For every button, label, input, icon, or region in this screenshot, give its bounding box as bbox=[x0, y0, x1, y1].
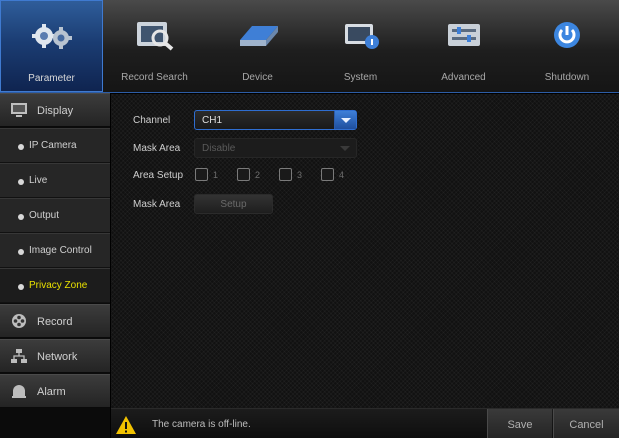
channel-label: Channel bbox=[133, 115, 171, 126]
sidebar-item-label: Display bbox=[37, 105, 74, 117]
sidebar: Display IP Camera Live Output Image Cont… bbox=[0, 93, 110, 438]
tab-label: Record Search bbox=[121, 72, 188, 83]
tab-parameter[interactable]: Parameter bbox=[0, 0, 103, 92]
area-3-label: 3 bbox=[297, 170, 303, 180]
tab-label: Advanced bbox=[441, 72, 486, 83]
monitor-icon bbox=[11, 103, 27, 117]
area-setup-label: Area Setup bbox=[133, 170, 184, 181]
channel-select[interactable]: CH1 bbox=[194, 110, 357, 130]
sidebar-item-label: IP Camera bbox=[29, 140, 77, 151]
film-reel-icon bbox=[12, 314, 26, 328]
mask-area-value: Disable bbox=[202, 143, 236, 154]
network-icon bbox=[11, 349, 27, 363]
gears-icon bbox=[31, 24, 72, 49]
sidebar-item-record[interactable]: Record bbox=[0, 304, 110, 338]
bullet-icon bbox=[18, 214, 24, 220]
area-3-checkbox[interactable] bbox=[279, 168, 292, 181]
mask-area-setup-label: Mask Area bbox=[133, 199, 181, 210]
sidebar-item-label: Alarm bbox=[37, 386, 66, 398]
top-toolbar: Parameter Record Search Device System Ad… bbox=[0, 0, 619, 93]
chevron-down-icon bbox=[334, 139, 356, 157]
tab-system[interactable]: System bbox=[309, 0, 412, 92]
chevron-down-icon bbox=[334, 111, 356, 129]
sidebar-item-label: Output bbox=[29, 210, 60, 221]
bullet-icon bbox=[18, 284, 24, 290]
sidebar-item-label: Privacy Zone bbox=[29, 280, 88, 291]
sidebar-item-label: Image Control bbox=[29, 245, 92, 256]
mask-area-select[interactable]: Disable bbox=[194, 138, 357, 158]
advanced-panel-icon bbox=[447, 24, 480, 46]
system-monitor-icon bbox=[344, 24, 379, 49]
tab-shutdown[interactable]: Shutdown bbox=[515, 0, 619, 92]
tab-label: System bbox=[343, 72, 378, 83]
sidebar-item-privacy-zone[interactable]: Privacy Zone bbox=[0, 268, 110, 303]
sidebar-item-output[interactable]: Output bbox=[0, 198, 110, 233]
sidebar-item-display[interactable]: Display bbox=[0, 93, 110, 127]
sidebar-item-label: Record bbox=[37, 316, 73, 328]
area-1-checkbox[interactable] bbox=[195, 168, 208, 181]
area-4-checkbox[interactable] bbox=[321, 168, 334, 181]
sidebar-item-alarm[interactable]: Alarm bbox=[0, 374, 110, 408]
area-2-label: 2 bbox=[255, 170, 261, 180]
sidebar-item-image-control[interactable]: Image Control bbox=[0, 233, 110, 268]
warning-icon bbox=[116, 416, 136, 434]
sidebar-item-label: Live bbox=[29, 175, 48, 186]
privacy-zone-panel: Channel CH1 Mask Area Disable Area Setup… bbox=[111, 94, 619, 408]
alarm-bell-icon bbox=[12, 385, 26, 398]
status-bar: The camera is off-line. Save Cancel bbox=[111, 408, 619, 438]
sidebar-item-ip-camera[interactable]: IP Camera bbox=[0, 128, 110, 163]
sidebar-item-network[interactable]: Network bbox=[0, 339, 110, 373]
status-message: The camera is off-line. bbox=[152, 419, 251, 430]
mask-area-label: Mask Area bbox=[133, 143, 181, 154]
area-4-label: 4 bbox=[339, 170, 345, 180]
bullet-icon bbox=[18, 179, 24, 185]
tab-label: Shutdown bbox=[544, 72, 590, 83]
sidebar-item-live[interactable]: Live bbox=[0, 163, 110, 198]
tab-label: Parameter bbox=[28, 73, 75, 84]
area-1-label: 1 bbox=[213, 170, 219, 180]
save-button[interactable]: Save bbox=[487, 409, 552, 438]
tab-advanced[interactable]: Advanced bbox=[412, 0, 515, 92]
bullet-icon bbox=[18, 249, 24, 255]
bullet-icon bbox=[18, 144, 24, 150]
record-search-icon bbox=[136, 22, 173, 51]
area-2-checkbox[interactable] bbox=[237, 168, 250, 181]
channel-value: CH1 bbox=[202, 115, 223, 126]
sidebar-item-label: Network bbox=[37, 351, 78, 363]
hard-drive-icon bbox=[239, 26, 278, 46]
tab-label: Device bbox=[242, 72, 273, 83]
cancel-button[interactable]: Cancel bbox=[553, 409, 619, 438]
tab-record-search[interactable]: Record Search bbox=[103, 0, 206, 92]
setup-button[interactable]: Setup bbox=[194, 194, 273, 214]
tab-device[interactable]: Device bbox=[206, 0, 309, 92]
power-icon bbox=[554, 22, 580, 48]
